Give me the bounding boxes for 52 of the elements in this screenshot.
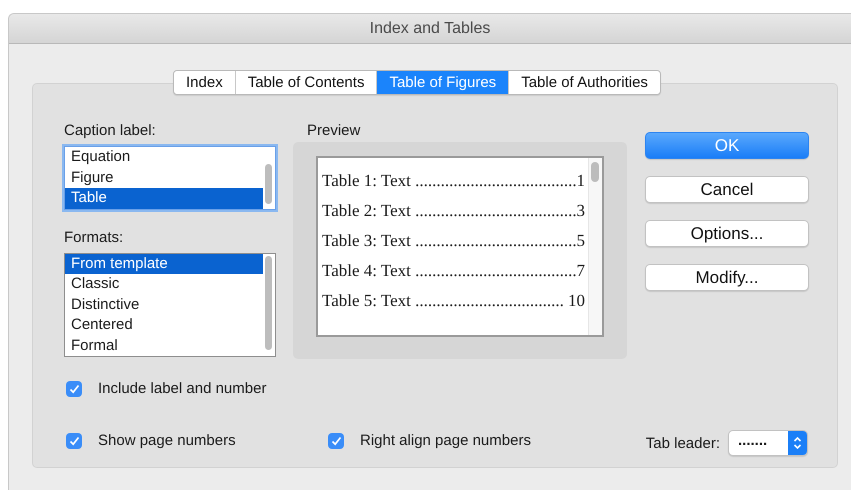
- checkbox[interactable]: [66, 433, 82, 449]
- caption-list[interactable]: Equation Figure Table: [64, 146, 276, 210]
- caption-label: Caption label:: [64, 122, 156, 140]
- checkmark-icon: [330, 436, 342, 446]
- leader-dots: ......................................: [414, 260, 576, 282]
- stepper-arrows-icon: [793, 434, 802, 450]
- tab[interactable]: Table of Authorities: [508, 71, 660, 94]
- list-item[interactable]: Table: [65, 188, 263, 208]
- scrollbar[interactable]: [588, 158, 602, 335]
- list-item[interactable]: Centered: [65, 315, 263, 336]
- caption-text: Table 5: Text: [322, 290, 411, 312]
- list-item[interactable]: Classic: [65, 274, 263, 294]
- tab-leader-select[interactable]: .......: [728, 430, 808, 456]
- page-number: 3: [576, 200, 585, 222]
- page-number: 7: [576, 260, 585, 282]
- caption-text: Table 1: Text: [322, 170, 411, 192]
- caption-text: Table 2: Text: [322, 200, 411, 222]
- dialog-button[interactable]: Options...: [645, 220, 809, 247]
- page-number: 1: [576, 170, 585, 192]
- checkbox[interactable]: [328, 433, 344, 449]
- caption-text: Table 3: Text: [322, 230, 411, 252]
- window-title: Index and Tables: [370, 20, 490, 37]
- checkbox-label: Show page numbers: [98, 430, 236, 451]
- dialog-button[interactable]: Cancel: [645, 176, 809, 203]
- formats-label: Formats:: [64, 228, 124, 246]
- list-item[interactable]: From template: [65, 254, 263, 274]
- checkmark-icon: [68, 384, 80, 394]
- scroll-thumb[interactable]: [265, 164, 272, 204]
- list-item[interactable]: Figure: [65, 168, 263, 188]
- leader-dots: ......................................: [414, 170, 576, 192]
- page-number: 10: [568, 290, 585, 312]
- checkbox-label: Include label and number: [98, 379, 266, 399]
- tab[interactable]: Index: [174, 71, 235, 94]
- checkbox[interactable]: [66, 381, 82, 398]
- formats-list[interactable]: From template Classic Distinctive Centered Formal: [64, 252, 276, 357]
- leader-dots: ...................................: [414, 290, 565, 312]
- tab[interactable]: Table of Figures: [376, 71, 508, 94]
- list-item[interactable]: Formal: [65, 336, 263, 356]
- list-item[interactable]: Equation: [65, 147, 263, 168]
- page-number: 5: [576, 230, 585, 252]
- scroll-thumb[interactable]: [265, 256, 272, 350]
- checkmark-icon: [68, 436, 80, 446]
- leader-dots: ......................................: [414, 200, 576, 222]
- list-item[interactable]: Distinctive: [65, 294, 263, 315]
- preview-label: Preview: [307, 122, 360, 140]
- scroll-thumb[interactable]: [591, 162, 599, 182]
- checkbox-label: Right align page numbers: [360, 430, 531, 451]
- dialog-button[interactable]: Modify...: [645, 264, 809, 291]
- leader-dots: ......................................: [414, 230, 576, 252]
- tab-leader-label: Tab leader:: [646, 434, 720, 454]
- caption-text: Table 4: Text: [322, 260, 411, 282]
- tab[interactable]: Table of Contents: [234, 71, 376, 94]
